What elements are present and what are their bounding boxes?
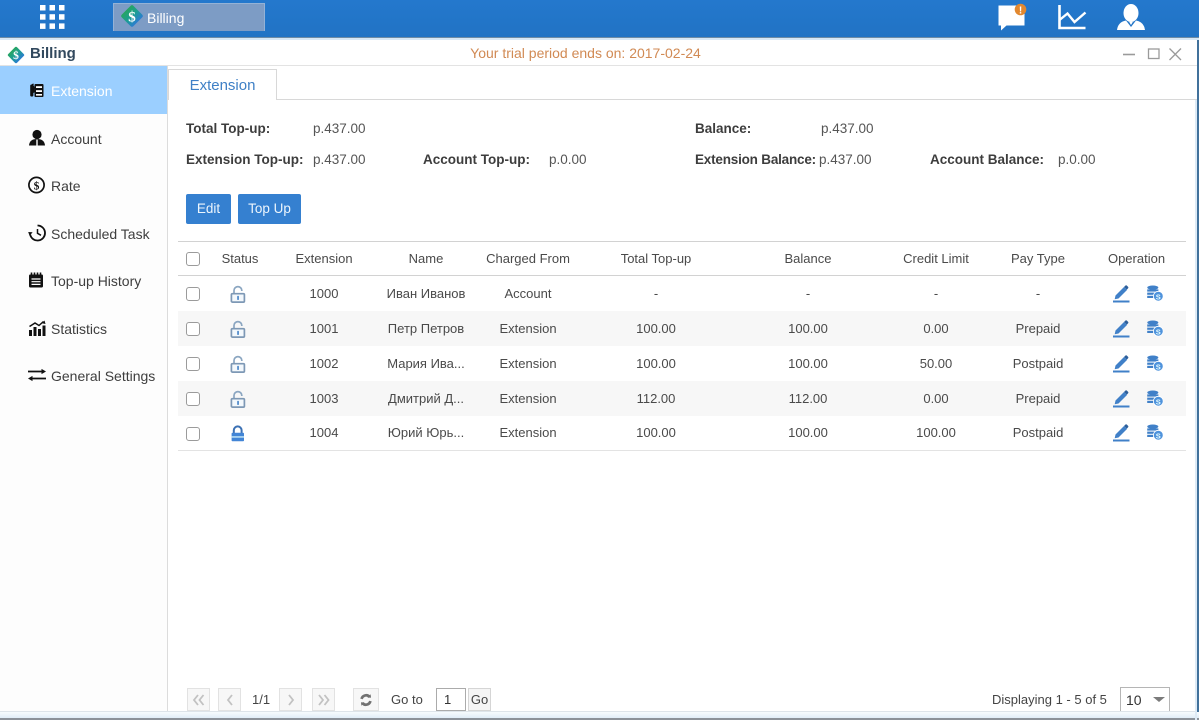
svg-text:!: ! [1019, 6, 1022, 17]
svg-text:$: $ [128, 9, 136, 25]
svg-text:$: $ [34, 180, 40, 193]
